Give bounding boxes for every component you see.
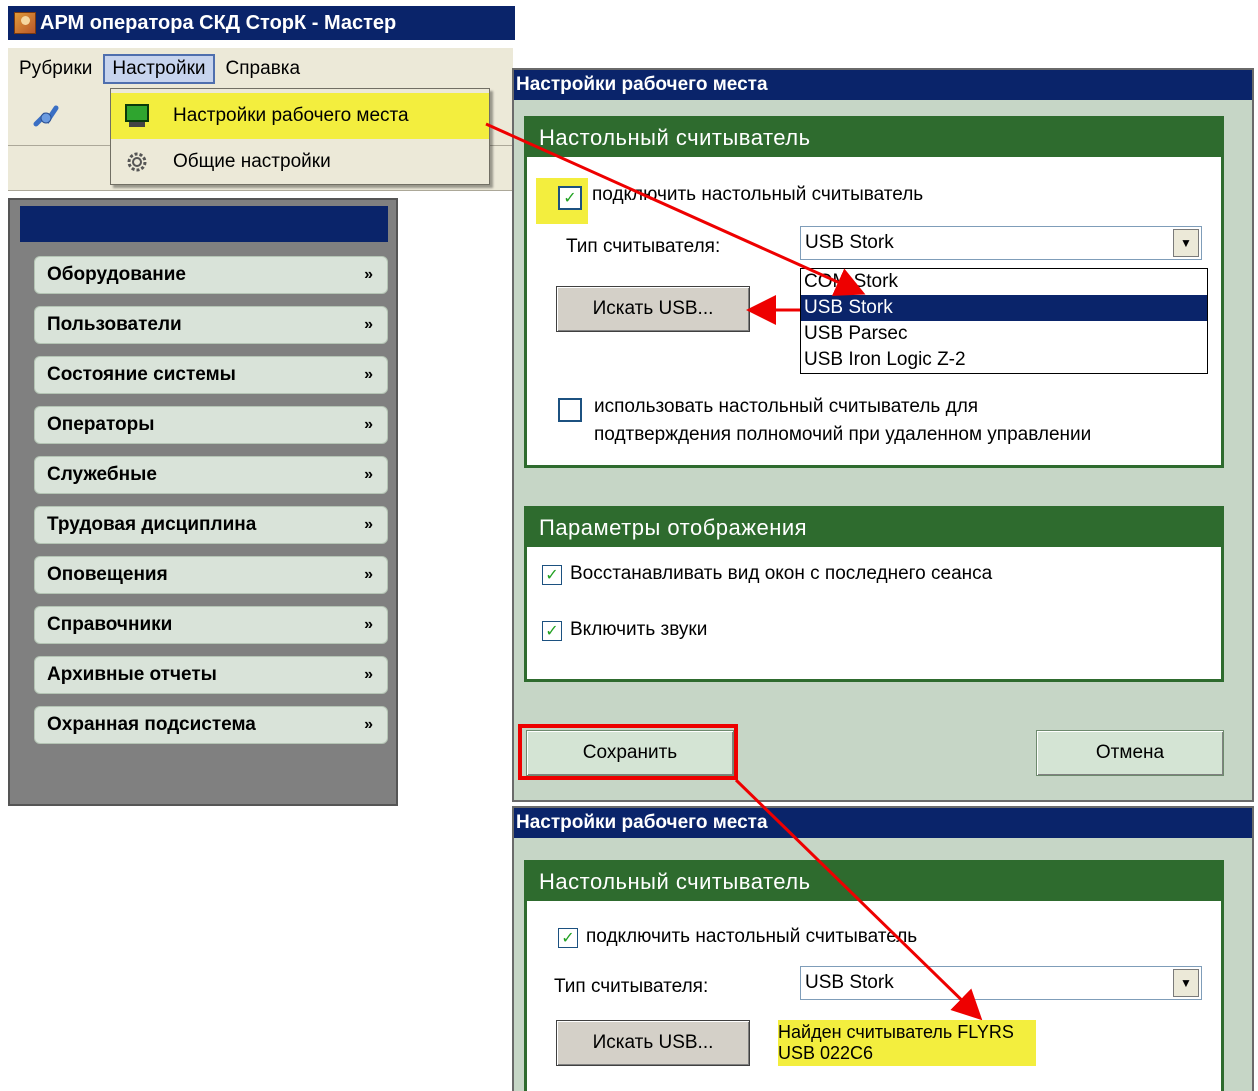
save-annotation-box bbox=[518, 724, 738, 780]
menu-help[interactable]: Справка bbox=[219, 56, 308, 82]
double-chevron-down-icon: » bbox=[364, 516, 373, 533]
connect-reader-label: подключить настольный считыватель bbox=[592, 184, 924, 205]
display-params-group: Параметры отображения bbox=[524, 506, 1224, 682]
reader-type-select[interactable]: USB Stork ▼ bbox=[800, 966, 1202, 1000]
reader-type-value: USB Stork bbox=[805, 972, 894, 993]
nav-item-references[interactable]: Справочники » bbox=[34, 606, 388, 644]
nav-panel: Оборудование » Пользователи » Состояние си… bbox=[8, 198, 398, 806]
app-title: АРМ оператора СКД СторК - Мастер bbox=[40, 11, 397, 34]
menu-item-label: Общие настройки bbox=[173, 151, 331, 172]
nav-item-equipment[interactable]: Оборудование » bbox=[34, 256, 388, 294]
settings-dropdown-menu: Настройки рабочего места Общие настройки bbox=[110, 88, 490, 185]
option-usb-parsec[interactable]: USB Parsec bbox=[801, 321, 1207, 347]
double-chevron-down-icon: » bbox=[364, 416, 373, 433]
monitor-icon bbox=[125, 104, 149, 127]
nav-item-labor-discipline[interactable]: Трудовая дисциплина » bbox=[34, 506, 388, 544]
menu-item-workplace-settings[interactable]: Настройки рабочего места bbox=[111, 93, 489, 139]
option-com-stork[interactable]: COM Stork bbox=[801, 269, 1207, 295]
connect-reader-label: подключить настольный считыватель bbox=[586, 926, 918, 947]
use-reader-remote-label-1: использовать настольный считыватель для bbox=[594, 396, 979, 417]
double-chevron-down-icon: » bbox=[364, 566, 373, 583]
nav-item-label: Справочники bbox=[47, 614, 173, 635]
nav-item-notifications[interactable]: Оповещения » bbox=[34, 556, 388, 594]
menu-settings[interactable]: Настройки bbox=[103, 54, 215, 84]
cancel-button[interactable]: Отмена bbox=[1036, 730, 1224, 776]
nav-item-service[interactable]: Служебные » bbox=[34, 456, 388, 494]
use-reader-remote-checkbox[interactable] bbox=[558, 398, 582, 422]
nav-item-archive-reports[interactable]: Архивные отчеты » bbox=[34, 656, 388, 694]
double-chevron-down-icon: » bbox=[364, 466, 373, 483]
dropdown-arrow-icon[interactable]: ▼ bbox=[1173, 229, 1199, 257]
sounds-label: Включить звуки bbox=[570, 619, 708, 640]
nav-item-label: Состояние системы bbox=[47, 364, 236, 385]
sounds-checkbox[interactable]: ✓ bbox=[542, 621, 562, 641]
plug-icon[interactable] bbox=[32, 104, 60, 128]
group-title: Настольный считыватель bbox=[527, 119, 1221, 157]
double-chevron-down-icon: » bbox=[364, 316, 373, 333]
nav-item-label: Оборудование bbox=[47, 264, 186, 285]
dropdown-arrow-icon[interactable]: ▼ bbox=[1173, 969, 1199, 997]
nav-item-label: Оповещения bbox=[47, 564, 168, 585]
restore-windows-label: Восстанавливать вид окон с последнего се… bbox=[570, 563, 993, 584]
connect-reader-checkbox[interactable]: ✓ bbox=[558, 186, 582, 210]
reader-type-select[interactable]: USB Stork ▼ bbox=[800, 226, 1202, 260]
nav-item-label: Служебные bbox=[47, 464, 157, 485]
group-title: Настольный считыватель bbox=[527, 863, 1221, 901]
menu-rubrics[interactable]: Рубрики bbox=[12, 56, 99, 82]
menu-item-label: Настройки рабочего места bbox=[173, 105, 409, 126]
double-chevron-down-icon: » bbox=[364, 716, 373, 733]
menubar: Рубрики Настройки Справка bbox=[8, 48, 513, 90]
dialog-title: Настройки рабочего места bbox=[514, 808, 1252, 838]
nav-item-users[interactable]: Пользователи » bbox=[34, 306, 388, 344]
menu-item-general-settings[interactable]: Общие настройки bbox=[111, 139, 489, 185]
group-title: Параметры отображения bbox=[527, 509, 1221, 547]
option-usb-stork[interactable]: USB Stork bbox=[801, 295, 1207, 321]
nav-item-security-subsystem[interactable]: Охранная подсистема » bbox=[34, 706, 388, 744]
option-usb-iron-logic[interactable]: USB Iron Logic Z-2 bbox=[801, 347, 1207, 373]
nav-item-operators[interactable]: Операторы » bbox=[34, 406, 388, 444]
nav-item-label: Охранная подсистема bbox=[47, 714, 256, 735]
nav-item-system-state[interactable]: Состояние системы » bbox=[34, 356, 388, 394]
use-reader-remote-label-2: подтверждения полномочий при удаленном у… bbox=[594, 424, 1092, 445]
connect-reader-checkbox[interactable]: ✓ bbox=[558, 928, 578, 948]
reader-found-message: Найден считыватель FLYRS USB 022C6 bbox=[778, 1020, 1036, 1066]
double-chevron-down-icon: » bbox=[364, 666, 373, 683]
nav-item-label: Операторы bbox=[47, 414, 155, 435]
search-usb-button[interactable]: Искать USB... bbox=[556, 286, 750, 332]
double-chevron-down-icon: » bbox=[364, 616, 373, 633]
restore-windows-checkbox[interactable]: ✓ bbox=[542, 565, 562, 585]
search-usb-button[interactable]: Искать USB... bbox=[556, 1020, 750, 1066]
reader-type-value: USB Stork bbox=[805, 232, 894, 253]
nav-item-label: Трудовая дисциплина bbox=[47, 514, 257, 535]
nav-item-label: Пользователи bbox=[47, 314, 182, 335]
nav-item-label: Архивные отчеты bbox=[47, 664, 217, 685]
double-chevron-down-icon: » bbox=[364, 266, 373, 283]
reader-type-options-list: COM Stork USB Stork USB Parsec USB Iron … bbox=[800, 268, 1208, 374]
app-titlebar: АРМ оператора СКД СторК - Мастер bbox=[8, 6, 515, 40]
reader-type-label: Тип считывателя: bbox=[554, 976, 709, 997]
dialog-title: Настройки рабочего места bbox=[514, 70, 1252, 100]
double-chevron-down-icon: » bbox=[364, 366, 373, 383]
app-logo-icon bbox=[14, 12, 36, 34]
reader-type-label: Тип считывателя: bbox=[566, 236, 721, 257]
nav-panel-header bbox=[20, 206, 388, 242]
gear-icon bbox=[127, 152, 147, 172]
